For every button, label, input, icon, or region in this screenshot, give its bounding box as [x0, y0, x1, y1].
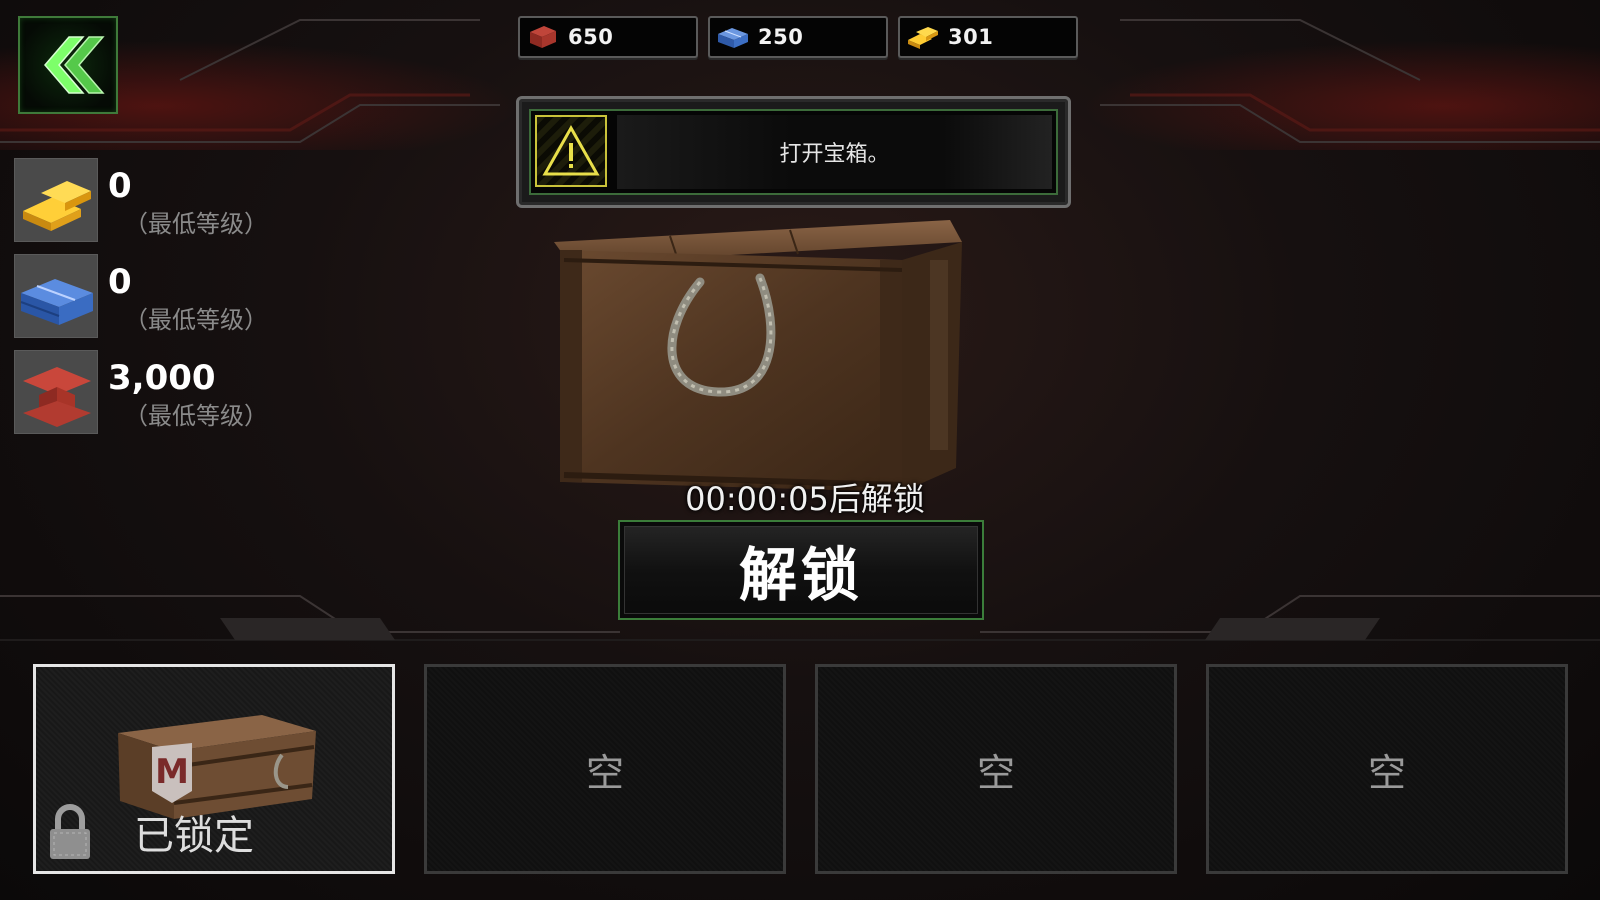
unlock-button[interactable]: 解锁 — [618, 520, 984, 620]
reward-iron-icon-frame — [14, 350, 98, 434]
slot-empty-label: 空 — [585, 750, 624, 795]
padlock-icon — [50, 804, 90, 859]
message-banner: 打开宝箱。 — [516, 96, 1071, 208]
reward-gold-sub: （最低等级） — [124, 210, 268, 238]
reward-gold-value: 0 — [108, 166, 132, 206]
reward-iron: 3,000 （最低等级） — [14, 350, 314, 434]
chest-slot-3[interactable]: 空 — [815, 664, 1177, 874]
warning-icon — [542, 124, 600, 176]
slot-empty-label: 空 — [1367, 750, 1406, 795]
chest-slot-2[interactable]: 空 — [424, 664, 786, 874]
blue-blocks-icon — [20, 279, 93, 325]
currency-gold-value: 301 — [948, 25, 994, 49]
double-chevron-left-icon — [44, 36, 105, 94]
slot-locked-label: 已锁定 — [134, 813, 254, 859]
gold-bars-icon — [23, 181, 91, 231]
reward-gold: 0 （最低等级） — [14, 158, 314, 242]
currency-iron-value: 650 — [568, 25, 614, 49]
reward-blocks: 0 （最低等级） — [14, 254, 314, 338]
message-banner-inner: 打开宝箱。 — [529, 109, 1058, 195]
banner-message: 打开宝箱。 — [617, 115, 1052, 189]
reward-blocks-value: 0 — [108, 262, 132, 302]
reward-gold-icon-frame — [14, 158, 98, 242]
gold-bars-icon — [908, 27, 938, 49]
currency-iron: 650 — [518, 16, 698, 58]
svg-text:M: M — [155, 752, 189, 792]
chest-slot-1[interactable]: M 已锁定 — [33, 664, 395, 874]
slot-empty-label: 空 — [976, 750, 1015, 795]
back-button[interactable] — [18, 16, 118, 114]
warning-badge — [535, 115, 607, 187]
reward-blocks-icon-frame — [14, 254, 98, 338]
reward-iron-value: 3,000 — [108, 358, 216, 398]
unlock-timer: 00:00:05后解锁 — [685, 480, 925, 518]
wooden-crate-icon — [554, 220, 962, 492]
currency-blocks: 250 — [708, 16, 888, 58]
chest-slot-4[interactable]: 空 — [1206, 664, 1568, 874]
reward-blocks-sub: （最低等级） — [124, 306, 268, 334]
currency-gold: 301 — [898, 16, 1078, 58]
iron-ingot-icon — [23, 367, 91, 427]
unlock-button-label: 解锁 — [624, 526, 978, 614]
crate-image — [550, 220, 980, 510]
iron-ingot-icon — [530, 26, 556, 48]
currency-blocks-value: 250 — [758, 25, 804, 49]
blue-blocks-icon — [718, 28, 748, 48]
reward-iron-sub: （最低等级） — [124, 402, 268, 430]
